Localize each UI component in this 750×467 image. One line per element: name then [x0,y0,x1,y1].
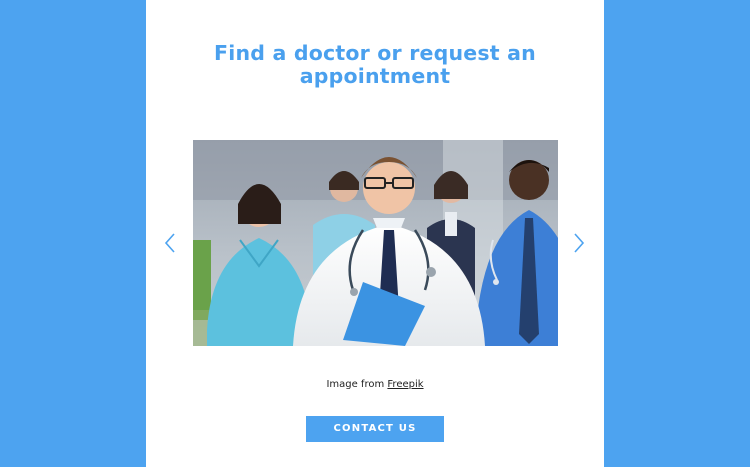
content-card: Find a doctor or request an appointment [146,0,604,467]
medical-team-photo [193,140,558,346]
carousel-prev-button[interactable] [163,232,177,254]
section-title: Find a doctor or request an appointment [214,41,536,88]
image-credit-prefix: Image from [326,379,385,390]
chevron-left-icon [164,233,175,253]
image-carousel[interactable] [193,140,558,346]
contact-us-button[interactable]: CONTACT US [306,416,444,442]
freepik-link[interactable]: Freepik [387,379,423,390]
carousel-next-button[interactable] [572,232,586,254]
image-credit: Image from Freepik [146,379,604,390]
chevron-right-icon [574,233,585,253]
page: Find a doctor or request an appointment [0,0,750,467]
